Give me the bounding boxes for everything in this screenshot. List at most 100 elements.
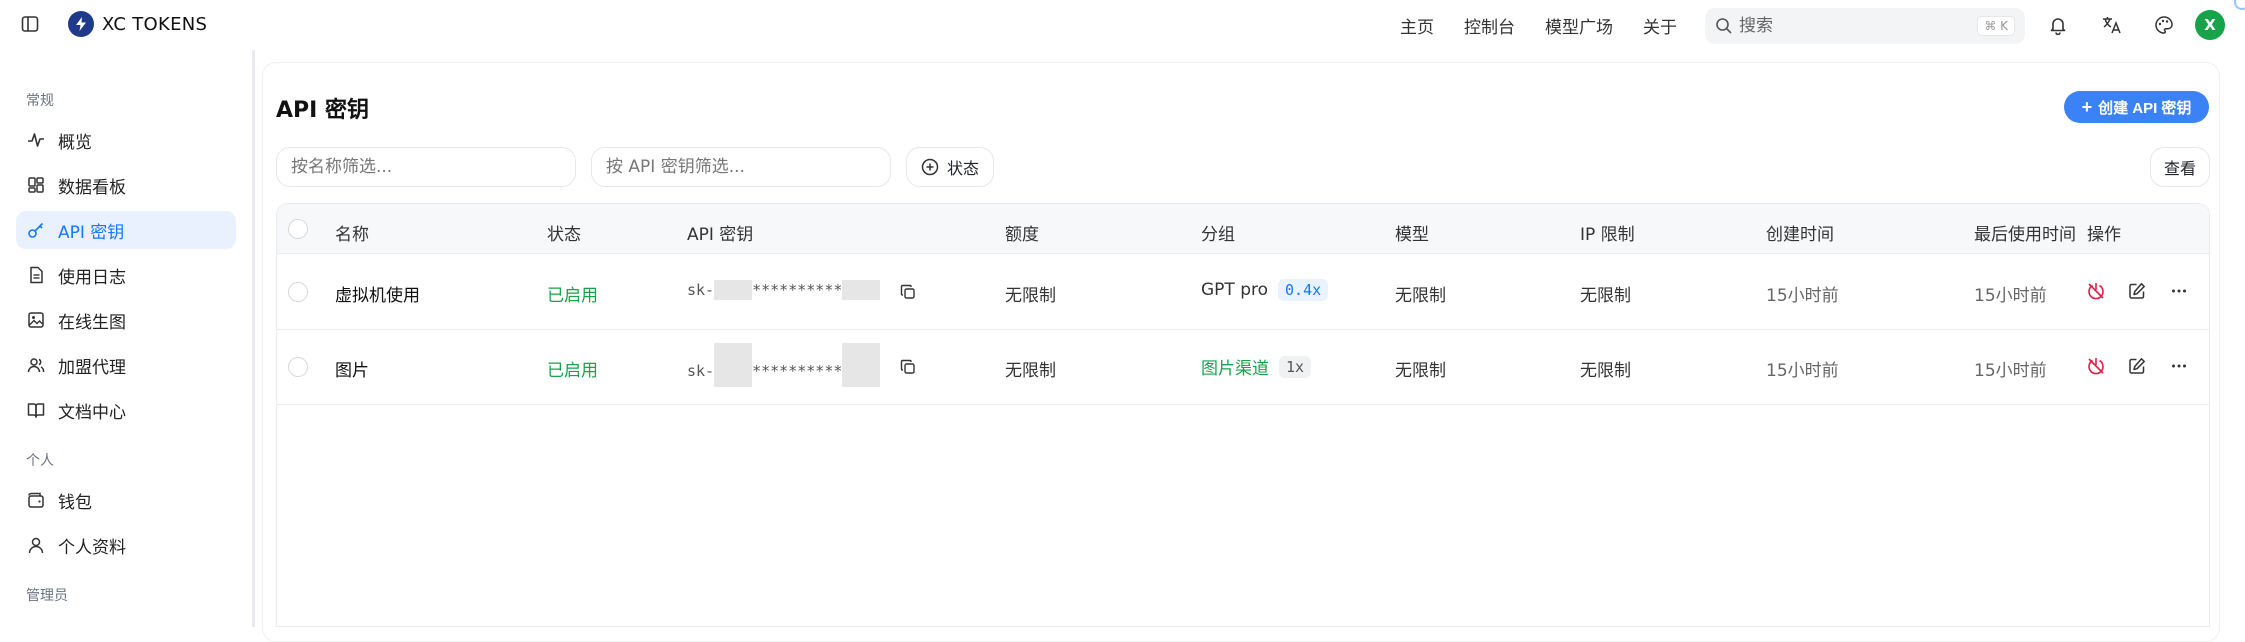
filter-name-input[interactable] [276, 147, 576, 187]
table-row[interactable]: 虚拟机使用 已启用 sk- ********** 无限制 GPT pro 0.4… [277, 255, 2209, 330]
disable-icon[interactable] [2085, 280, 2107, 302]
redacted-block [714, 343, 753, 387]
quota-value: 无限制 [1005, 361, 1056, 381]
sidebar-item-usage-logs[interactable]: 使用日志 [16, 256, 236, 294]
bell-icon[interactable] [2045, 12, 2071, 38]
column-header[interactable]: 创建时间 [1766, 220, 1834, 245]
column-header[interactable]: 名称 [335, 220, 369, 245]
copy-icon[interactable] [897, 281, 919, 303]
column-header[interactable]: 最后使用时间 [1974, 220, 2081, 245]
column-header: 操作 [2087, 225, 2121, 245]
sidebar-item-label: 个人资料 [58, 537, 126, 558]
sidebar-item-label: 数据看板 [58, 177, 126, 198]
ratio-badge: 1x [1279, 355, 1312, 378]
nav-about[interactable]: 关于 [1643, 13, 1677, 38]
quota-value: 无限制 [1005, 286, 1056, 306]
create-api-key-button[interactable]: + 创建 API 密钥 [2064, 91, 2209, 123]
column-header[interactable]: 分组 [1201, 220, 1235, 245]
column-header[interactable]: 模型 [1395, 220, 1429, 245]
redacted-block [842, 343, 881, 387]
nav-models[interactable]: 模型广场 [1545, 13, 1613, 38]
api-key-value: sk- ********** [687, 280, 881, 300]
sidebar-item-overview[interactable]: 概览 [16, 121, 236, 159]
nav-console[interactable]: 控制台 [1464, 13, 1515, 38]
sidebar-item-label: 钱包 [58, 492, 92, 513]
sidebar-item-label: 加盟代理 [58, 357, 126, 378]
model-value: 无限制 [1395, 361, 1446, 381]
group-cell: GPT pro 0.4x [1201, 279, 1329, 301]
edit-icon[interactable] [2126, 355, 2148, 377]
group-cell: 图片渠道 1x [1201, 354, 1312, 379]
avatar[interactable]: X [2195, 10, 2225, 40]
column-header[interactable]: 状态 [547, 220, 581, 245]
page-title: API 密钥 [276, 98, 369, 123]
copy-icon[interactable] [897, 356, 919, 378]
search-input[interactable] [1739, 16, 1972, 36]
key-name: 图片 [335, 361, 369, 381]
more-icon[interactable] [2168, 355, 2190, 377]
view-options-button[interactable]: 查看 [2150, 147, 2210, 187]
translate-icon[interactable] [2099, 12, 2125, 38]
status-filter-label: 状态 [947, 159, 980, 178]
sidebar-item-affiliate[interactable]: 加盟代理 [16, 346, 236, 384]
search-box[interactable]: ⌘ K [1705, 8, 2025, 44]
wallet-icon [26, 490, 46, 510]
ip-limit-value: 无限制 [1580, 286, 1631, 306]
ip-limit-value: 无限制 [1580, 361, 1631, 381]
key-mask: ********** [752, 362, 843, 380]
created-time: 15小时前 [1766, 286, 1839, 306]
nav-home[interactable]: 主页 [1400, 13, 1434, 38]
column-header[interactable]: API 密钥 [687, 220, 753, 245]
sidebar-item-wallet[interactable]: 钱包 [16, 481, 236, 519]
row-checkbox[interactable] [288, 357, 308, 377]
sidebar-item-label: 使用日志 [58, 267, 126, 288]
search-shortcut: ⌘ K [1977, 16, 2015, 36]
sidebar-item-label: 在线生图 [58, 312, 126, 333]
plus-circle-icon [921, 158, 939, 176]
column-header[interactable]: 额度 [1005, 220, 1039, 245]
redacted-block [714, 280, 753, 300]
key-name: 虚拟机使用 [335, 286, 420, 306]
more-icon[interactable] [2168, 280, 2190, 302]
group-name: GPT pro [1201, 280, 1269, 300]
sidebar-item-image-gen[interactable]: 在线生图 [16, 301, 236, 339]
top-nav: 主页 控制台 模型广场 关于 [1400, 0, 1677, 50]
sidebar-item-label: API 密钥 [58, 222, 125, 243]
last-used-time: 15小时前 [1974, 286, 2047, 306]
palette-icon[interactable] [2151, 12, 2177, 38]
status-badge: 已启用 [547, 361, 598, 381]
status-filter-button[interactable]: 状态 [906, 147, 995, 187]
redacted-block [842, 280, 881, 300]
sidebar-item-api-keys[interactable]: API 密钥 [16, 211, 236, 249]
users-icon [26, 355, 46, 375]
search-icon [1716, 18, 1732, 34]
section-general: 常规 [26, 93, 54, 109]
select-all-checkbox[interactable] [288, 219, 308, 239]
column-header[interactable]: IP 限制 [1580, 220, 1635, 245]
app-title: XC TOKENS [102, 13, 208, 35]
log-icon [26, 265, 46, 285]
row-checkbox[interactable] [288, 282, 308, 302]
sidebar-item-profile[interactable]: 个人资料 [16, 526, 236, 564]
created-time: 15小时前 [1766, 361, 1839, 381]
user-icon [26, 535, 46, 555]
disable-icon[interactable] [2085, 355, 2107, 377]
section-admin: 管理员 [26, 588, 68, 604]
section-personal: 个人 [26, 453, 54, 469]
group-name: 图片渠道 [1201, 359, 1269, 379]
api-keys-table: 名称 状态 API 密钥 额度 分组 模型 IP 限制 创建时间 最后使用时间 … [276, 203, 2210, 627]
brand[interactable]: XC TOKENS [68, 11, 207, 37]
sidebar-item-dashboard[interactable]: 数据看板 [16, 166, 236, 204]
image-icon [26, 310, 46, 330]
table-row[interactable]: 图片 已启用 sk- ********** 无限制 图片渠道 1x 无限制 无限… [277, 330, 2209, 405]
dashboard-icon [26, 175, 46, 195]
top-bar: XC TOKENS 主页 控制台 模型广场 关于 ⌘ K X [0, 0, 2245, 50]
sidebar-toggle-icon[interactable] [20, 14, 40, 34]
edit-icon[interactable] [2126, 280, 2148, 302]
ratio-badge: 0.4x [1278, 279, 1329, 301]
filter-key-input[interactable] [591, 147, 891, 187]
corner-indicator [2234, 0, 2245, 10]
key-prefix: sk- [687, 362, 715, 380]
plus-icon: + [2081, 97, 2093, 117]
sidebar-item-docs[interactable]: 文档中心 [16, 391, 236, 429]
